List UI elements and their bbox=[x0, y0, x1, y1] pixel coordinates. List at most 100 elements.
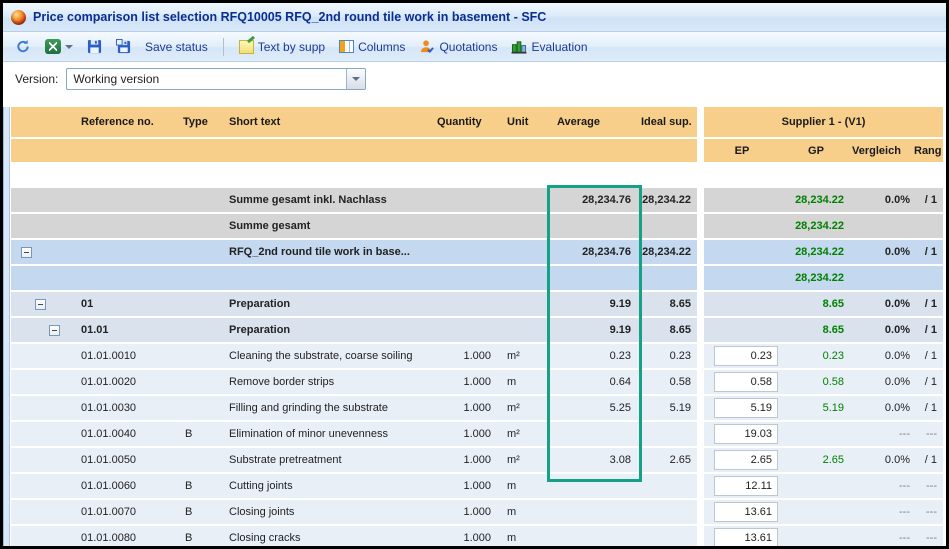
cell-short-text: RFQ_2nd round tile work in base... bbox=[221, 240, 433, 264]
cell-quantity: 1.000 bbox=[433, 448, 503, 472]
cell-rang: / 1 bbox=[914, 370, 943, 394]
table-row[interactable]: 01.01Preparation9.198.658.650.0%/ 1 bbox=[11, 318, 946, 344]
chevron-down-icon bbox=[65, 45, 73, 49]
cell-ep: 12.11 bbox=[704, 474, 780, 498]
table-row[interactable]: 01.01.0080BClosing cracks1.000m13.61----… bbox=[11, 526, 946, 546]
cell-gp: 28,234.22 bbox=[780, 266, 852, 290]
save-button[interactable] bbox=[83, 37, 106, 56]
header-ideal[interactable]: Ideal sup. bbox=[641, 107, 697, 137]
column-gap bbox=[697, 188, 704, 212]
cell-short-text: Preparation bbox=[221, 292, 433, 316]
cell-ideal-supplier: 2.65 bbox=[641, 448, 697, 472]
text-by-supplier-button[interactable]: Text by supp bbox=[235, 38, 329, 56]
cell-quantity: 1.000 bbox=[433, 370, 503, 394]
subheader-rang[interactable]: Rang bbox=[914, 139, 943, 162]
excel-icon bbox=[45, 39, 61, 54]
save-as-button[interactable] bbox=[112, 37, 135, 56]
ep-price-input[interactable]: 13.61 bbox=[714, 502, 778, 522]
cell-short-text: Closing joints bbox=[221, 500, 433, 524]
header-short-text[interactable]: Short text bbox=[221, 107, 433, 137]
app-icon bbox=[11, 10, 26, 25]
save-status-button[interactable]: Save status bbox=[141, 38, 212, 56]
cell-short-text: Cutting joints bbox=[221, 474, 433, 498]
expand-toggle-icon[interactable] bbox=[21, 247, 32, 258]
cell-unit bbox=[503, 292, 549, 316]
table-row[interactable]: RFQ_2nd round tile work in base...28,234… bbox=[11, 240, 946, 266]
subheader-ep[interactable]: EP bbox=[704, 139, 780, 162]
ep-price-input[interactable]: 12.11 bbox=[714, 476, 778, 496]
column-gap bbox=[697, 139, 704, 162]
column-gap bbox=[943, 396, 946, 420]
table-row[interactable]: 01.01.0040BElimination of minor unevenne… bbox=[11, 422, 946, 448]
header-supplier1[interactable]: Supplier 1 - (V1) bbox=[704, 107, 943, 137]
header-type[interactable]: Type bbox=[175, 107, 221, 137]
toolbar: Save status Text by supp Columns Quotati… bbox=[3, 32, 946, 62]
cell-reference: 01.01.0010 bbox=[65, 344, 175, 368]
header-unit[interactable]: Unit bbox=[503, 107, 549, 137]
table-row[interactable]: 01.01.0030Filling and grinding the subst… bbox=[11, 396, 946, 422]
ep-price-input[interactable]: 2.65 bbox=[714, 450, 778, 470]
columns-button[interactable]: Columns bbox=[335, 38, 409, 56]
cell-average bbox=[549, 500, 641, 524]
cell-unit: m bbox=[503, 474, 549, 498]
ep-price-input[interactable]: 0.23 bbox=[714, 346, 778, 366]
table-row[interactable]: 28,234.22 bbox=[11, 266, 946, 292]
expand-toggle-icon[interactable] bbox=[49, 325, 60, 336]
refresh-icon bbox=[15, 39, 31, 54]
version-dropdown[interactable]: Working version bbox=[66, 68, 366, 90]
column-gap bbox=[697, 240, 704, 264]
window-title: Price comparison list selection RFQ10005… bbox=[33, 10, 546, 24]
column-gap bbox=[697, 214, 704, 238]
cell-gp bbox=[780, 526, 852, 546]
cell-vergleich: --- bbox=[852, 526, 914, 546]
ep-price-input[interactable]: 0.58 bbox=[714, 372, 778, 392]
cell-average: 3.08 bbox=[549, 448, 641, 472]
cell-reference: 01.01 bbox=[65, 318, 175, 342]
column-gap bbox=[943, 318, 946, 342]
cell-average: 0.64 bbox=[549, 370, 641, 394]
subheader-vergleich[interactable]: Vergleich bbox=[852, 139, 914, 162]
ep-price-input[interactable]: 19.03 bbox=[714, 424, 778, 444]
cell-gp bbox=[780, 162, 852, 186]
ep-price-input[interactable]: 5.19 bbox=[714, 398, 778, 418]
evaluation-chart-icon bbox=[511, 39, 527, 54]
subheader-gp[interactable]: GP bbox=[780, 139, 852, 162]
table-row[interactable]: 01Preparation9.198.658.650.0%/ 1 bbox=[11, 292, 946, 318]
cell-reference: 01.01.0070 bbox=[65, 500, 175, 524]
table-row[interactable]: 01.01.0020Remove border strips1.000m0.64… bbox=[11, 370, 946, 396]
expand-cell bbox=[11, 162, 65, 186]
cell-ideal-supplier: 5.19 bbox=[641, 396, 697, 420]
table-row[interactable]: 01.01.0050Substrate pretreatment1.000m²3… bbox=[11, 448, 946, 474]
cell-rang: / 1 bbox=[914, 344, 943, 368]
cell-short-text: Cleaning the substrate, coarse soiling bbox=[221, 344, 433, 368]
column-gap bbox=[943, 370, 946, 394]
ep-price-input[interactable]: 13.61 bbox=[714, 528, 778, 546]
header-reference[interactable]: Reference no. bbox=[65, 107, 175, 137]
column-gap bbox=[943, 526, 946, 546]
header-average[interactable]: Average bbox=[549, 107, 641, 137]
cell-vergleich: --- bbox=[852, 422, 914, 446]
cell-type bbox=[175, 240, 221, 264]
quotations-button[interactable]: Quotations bbox=[415, 37, 501, 56]
column-gap bbox=[943, 344, 946, 368]
cell-ep bbox=[704, 214, 780, 238]
refresh-button[interactable] bbox=[11, 37, 35, 56]
cell-reference bbox=[65, 214, 175, 238]
version-dropdown-button[interactable] bbox=[346, 69, 365, 89]
export-excel-button[interactable] bbox=[41, 37, 77, 56]
table-row[interactable]: Summe gesamt inkl. Nachlass28,234.7628,2… bbox=[11, 188, 946, 214]
table-row[interactable]: 01.01.0070BClosing joints1.000m13.61----… bbox=[11, 500, 946, 526]
table-row[interactable] bbox=[11, 162, 946, 188]
cell-short-text: Closing cracks bbox=[221, 526, 433, 546]
header-quantity[interactable]: Quantity bbox=[433, 107, 503, 137]
table-row[interactable]: 01.01.0010 Cleaning the substrate, coarse… bbox=[11, 344, 946, 370]
grid-rows: Summe gesamt inkl. Nachlass28,234.7628,2… bbox=[11, 162, 946, 546]
cell-average bbox=[549, 474, 641, 498]
column-gap bbox=[697, 396, 704, 420]
table-row[interactable]: 01.01.0060BCutting joints1.000m12.11----… bbox=[11, 474, 946, 500]
cell-ideal-supplier: 0.23 bbox=[641, 344, 697, 368]
expand-toggle-icon[interactable] bbox=[35, 299, 46, 310]
table-row[interactable]: Summe gesamt28,234.22 bbox=[11, 214, 946, 240]
evaluation-button[interactable]: Evaluation bbox=[507, 37, 591, 56]
cell-unit: m² bbox=[503, 344, 549, 368]
